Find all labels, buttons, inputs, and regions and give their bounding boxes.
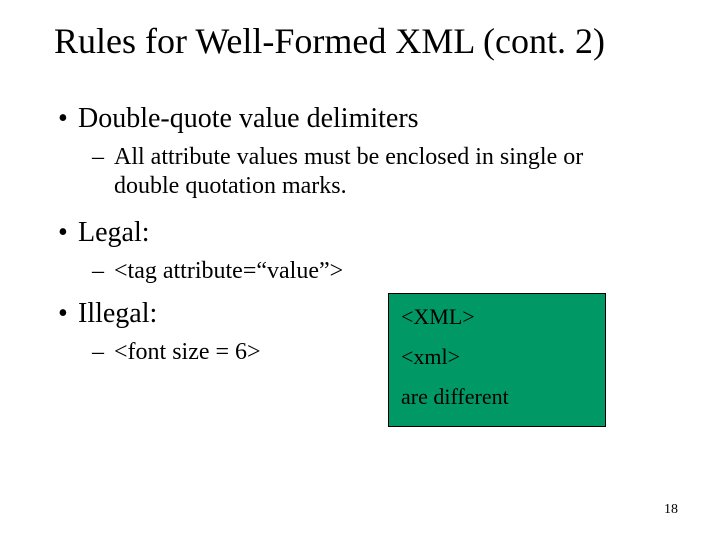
slide: Rules for Well-Formed XML (cont. 2) Doub… bbox=[0, 0, 720, 540]
subbullet-enclosed: All attribute values must be enclosed in… bbox=[78, 143, 648, 201]
bullet-legal: Legal: bbox=[78, 217, 648, 249]
callout-line-2: <xml> bbox=[401, 344, 593, 370]
subbullet-legal-example: <tag attribute=“value”> bbox=[78, 257, 648, 286]
slide-title: Rules for Well-Formed XML (cont. 2) bbox=[54, 22, 605, 62]
page-number: 18 bbox=[664, 502, 678, 518]
case-sensitivity-callout: <XML> <xml> are different bbox=[388, 293, 606, 427]
callout-line-1: <XML> bbox=[401, 304, 593, 330]
bullet-double-quote: Double-quote value delimiters bbox=[78, 103, 648, 135]
callout-line-3: are different bbox=[401, 384, 593, 410]
